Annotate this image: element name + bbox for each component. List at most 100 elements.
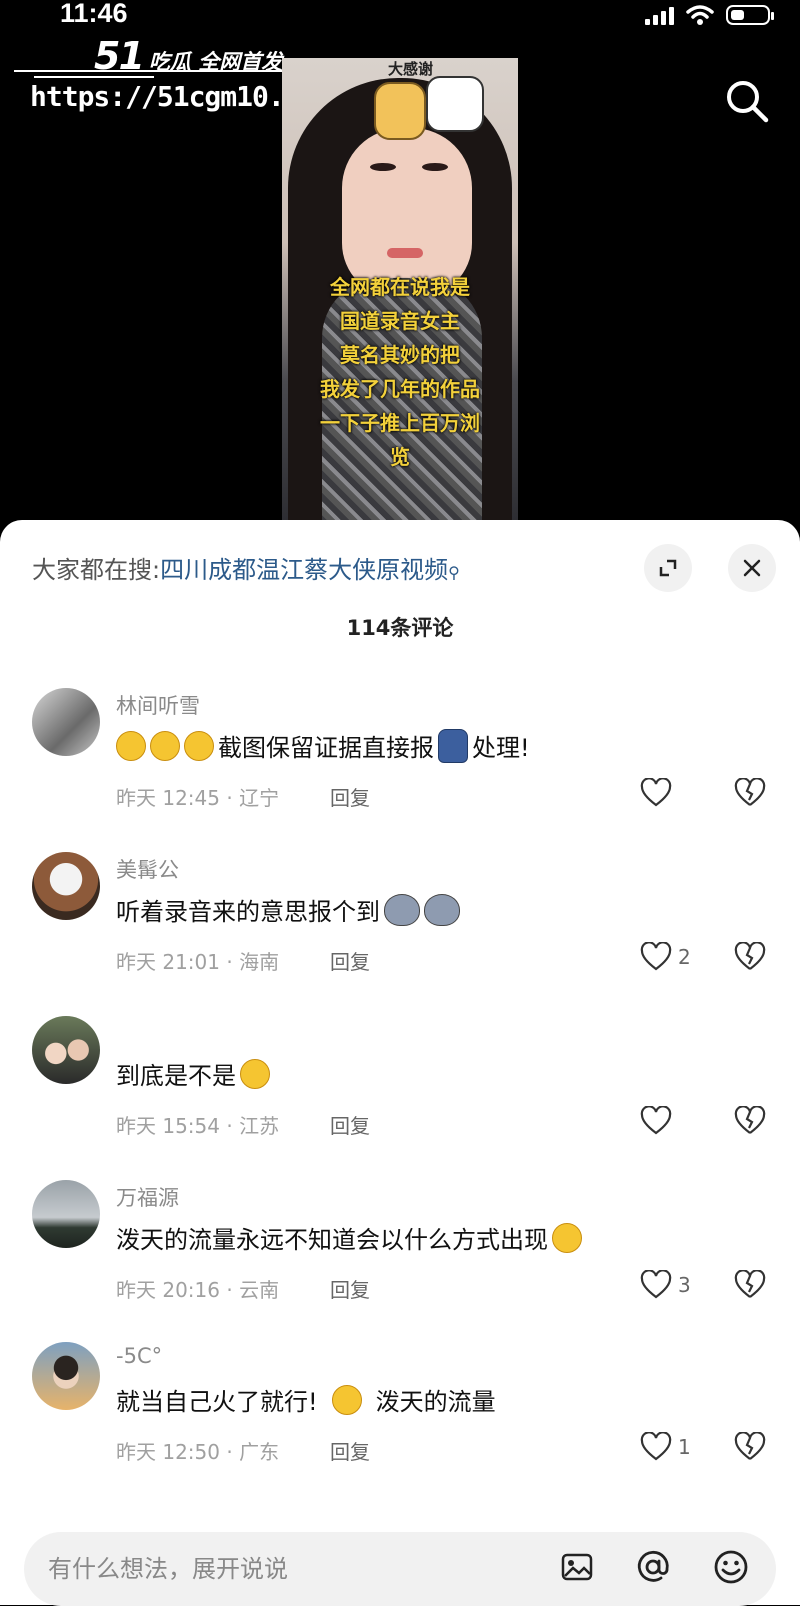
watermark-line xyxy=(34,76,154,78)
comment-item: -5C° 就当自己火了就行! 泼天的流量 昨天 12:50 · 广东 回复 1 xyxy=(0,1342,800,1502)
comment-username[interactable]: -5C° xyxy=(116,1344,162,1368)
hot-search-keyword[interactable]: 四川成都温江蔡大侠原视频 xyxy=(160,556,448,584)
comment-count: 114条评论 xyxy=(346,616,454,640)
comment-item: 万福源 泼天的流量永远不知道会以什么方式出现 昨天 20:16 · 云南 回复 … xyxy=(0,1180,800,1340)
watermark: 51 吃瓜 全网首发 https://51cgm10.com xyxy=(14,34,332,124)
heart-icon xyxy=(640,1432,672,1461)
status-time: 11:46 xyxy=(60,0,128,28)
hot-search[interactable]: 大家都在搜:四川成都温江蔡大侠原视频⚲ xyxy=(32,550,460,585)
like-button[interactable]: 3 xyxy=(640,1270,691,1300)
crying-laughing-emoji-icon xyxy=(240,1058,270,1089)
comment-text-part: 处理! xyxy=(472,734,530,762)
expand-icon xyxy=(659,559,677,577)
like-count: 1 xyxy=(678,1435,691,1459)
watermark-line xyxy=(14,70,304,72)
image-icon[interactable] xyxy=(554,1544,600,1590)
heart-icon xyxy=(640,942,672,971)
like-button[interactable] xyxy=(640,1106,678,1136)
comment-input-bar xyxy=(24,1532,776,1606)
caption-line: 览 xyxy=(390,445,410,469)
broken-heart-icon[interactable] xyxy=(734,942,766,972)
comment-item: 到底是不是 昨天 15:54 · 江苏 回复 xyxy=(0,1016,800,1176)
comment-text-part: 截图保留证据直接报 xyxy=(218,734,434,762)
reply-button[interactable]: 回复 xyxy=(330,1436,370,1465)
at-icon[interactable] xyxy=(630,1544,676,1590)
like-count: 3 xyxy=(678,1273,691,1297)
comment-text-part: 听着录音来的意思报个到 xyxy=(116,898,380,926)
avatar[interactable] xyxy=(32,1016,100,1084)
comment-text-part: 就当自己火了就行! xyxy=(116,1388,318,1416)
caption-line: 我发了几年的作品 xyxy=(320,377,480,401)
avatar[interactable] xyxy=(32,852,100,920)
cat-sticker-icon xyxy=(426,76,484,132)
video-person-eye xyxy=(370,163,396,171)
expand-button[interactable] xyxy=(644,544,692,592)
video-player[interactable]: 大感谢 全网都在说我是 国道录音女主 莫名其妙的把 我发了几年的作品 一下子推上… xyxy=(282,58,518,520)
like-button[interactable] xyxy=(640,778,678,808)
comment-text: 截图保留证据直接报 处理! xyxy=(116,728,530,763)
comment-time-location: 昨天 12:50 · 广东 xyxy=(116,1440,280,1464)
broken-heart-icon[interactable] xyxy=(734,778,766,808)
reply-button[interactable]: 回复 xyxy=(330,1110,370,1139)
video-person-eye xyxy=(422,163,448,171)
caption-line: 全网都在说我是 xyxy=(330,275,470,299)
reply-button[interactable]: 回复 xyxy=(330,782,370,811)
like-button[interactable]: 2 xyxy=(640,942,691,972)
like-count: 2 xyxy=(678,945,691,969)
blushing-emoji-icon xyxy=(150,730,180,761)
hot-search-prefix: 大家都在搜: xyxy=(32,556,161,584)
comment-time-location: 昨天 15:54 · 江苏 xyxy=(116,1114,280,1138)
blushing-emoji-icon xyxy=(184,730,214,761)
comment-username[interactable]: 万福源 xyxy=(116,1182,179,1212)
video-person-lips xyxy=(387,248,423,258)
comment-username[interactable]: 美髯公 xyxy=(116,854,179,884)
comment-time-location: 昨天 12:45 · 辽宁 xyxy=(116,786,280,810)
comment-input[interactable] xyxy=(46,1546,520,1592)
broken-heart-icon[interactable] xyxy=(734,1106,766,1136)
wolf-emoji-icon xyxy=(384,893,420,926)
battery-icon xyxy=(726,5,774,25)
sticker-text: 大感谢 xyxy=(388,60,434,78)
search-icon[interactable] xyxy=(722,76,772,126)
avatar[interactable] xyxy=(32,1180,100,1248)
avatar[interactable] xyxy=(32,688,100,756)
close-button[interactable] xyxy=(728,544,776,592)
heart-icon xyxy=(640,1106,672,1135)
comment-text: 就当自己火了就行! 泼天的流量 xyxy=(116,1382,496,1417)
heart-icon xyxy=(640,778,672,807)
caption-line: 一下子推上百万浏 xyxy=(320,411,480,435)
crying-laughing-emoji-icon xyxy=(552,1222,582,1253)
comment-text-part: 泼天的流量 xyxy=(375,1388,496,1416)
comment-username[interactable]: 林间听雪 xyxy=(116,690,200,720)
comment-text-part: 泼天的流量永远不知道会以什么方式出现 xyxy=(116,1226,548,1254)
comment-text: 听着录音来的意思报个到 xyxy=(116,892,460,927)
signal-icon xyxy=(645,5,674,25)
heart-icon xyxy=(640,1270,672,1299)
emoji-icon[interactable] xyxy=(708,1544,754,1590)
reply-button[interactable]: 回复 xyxy=(330,946,370,975)
comment-time-location: 昨天 21:01 · 海南 xyxy=(116,950,280,974)
comment-text: 泼天的流量永远不知道会以什么方式出现 xyxy=(116,1220,582,1255)
close-icon xyxy=(743,559,761,577)
broken-heart-icon[interactable] xyxy=(734,1432,766,1462)
comment-item: 林间听雪 截图保留证据直接报 处理! 昨天 12:45 · 辽宁 回复 xyxy=(0,688,800,848)
bear-sticker-icon xyxy=(374,82,426,140)
search-icon: ⚲ xyxy=(448,563,460,582)
comment-item: 美髯公 听着录音来的意思报个到 昨天 21:01 · 海南 回复 2 xyxy=(0,852,800,1012)
broken-heart-icon[interactable] xyxy=(734,1270,766,1300)
grinning-emoji-icon xyxy=(331,1384,362,1415)
caption-line: 莫名其妙的把 xyxy=(340,343,460,367)
status-bar: 11:46 xyxy=(0,0,800,34)
avatar[interactable] xyxy=(32,1342,100,1410)
video-caption: 全网都在说我是 国道录音女主 莫名其妙的把 我发了几年的作品 一下子推上百万浏 … xyxy=(282,270,518,474)
comment-text: 到底是不是 xyxy=(116,1056,270,1091)
reply-button[interactable]: 回复 xyxy=(330,1274,370,1303)
comments-sheet: 大家都在搜:四川成都温江蔡大侠原视频⚲ 114条评论 林间听雪 截图保留证据直接… xyxy=(0,520,800,1606)
police-emoji-icon xyxy=(438,728,468,763)
wifi-icon xyxy=(686,5,714,25)
comment-text-part: 到底是不是 xyxy=(116,1062,236,1090)
like-button[interactable]: 1 xyxy=(640,1432,691,1462)
video-stickers: 大感谢 xyxy=(374,58,514,148)
wolf-emoji-icon xyxy=(424,893,460,926)
caption-line: 国道录音女主 xyxy=(340,309,460,333)
